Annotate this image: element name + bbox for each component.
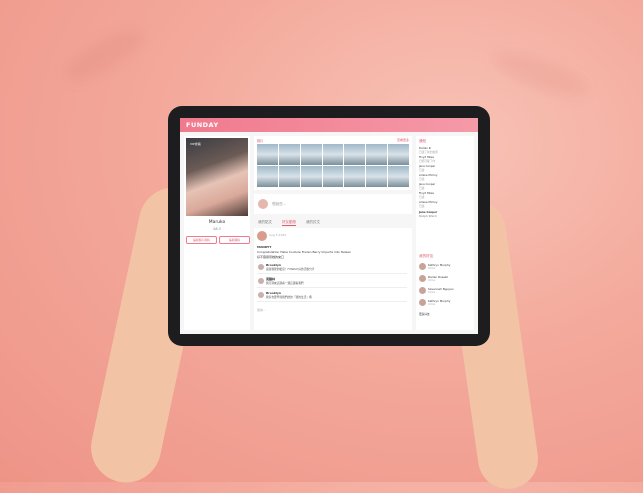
gallery-thumbnail[interactable] — [388, 166, 409, 187]
friend-status: Online — [428, 279, 436, 282]
friend-item[interactable]: Kathryn Murphy Online — [419, 298, 471, 308]
notification-item[interactable]: Floyd Miles 已經回覆了你 — [419, 155, 435, 163]
notifications-header: 通知 — [419, 139, 427, 143]
comment-text: 我打算來這邊看一邊這邊看我們 — [266, 281, 304, 285]
notification-item[interactable]: Jane Cooper 已讀 — [419, 164, 435, 172]
notification-sub: Ralph Ward — [419, 214, 437, 218]
gallery-thumbnail[interactable] — [344, 166, 366, 187]
feed-post: Aug 5,2022 MANDYT Congratulation Haka Co… — [254, 228, 412, 330]
avatar — [419, 263, 426, 270]
gallery-thumbnail[interactable] — [388, 144, 409, 165]
gallery-thumbnail[interactable] — [322, 144, 344, 165]
feed-tabs: 我的貼文 好友動態 我的討文 — [254, 218, 416, 227]
comment-text: 感謝我覺的暖意！FUNDAY好的活動分享 — [266, 267, 315, 271]
notification-item[interactable]: Darian R. 已讀了我的動態 — [419, 146, 438, 154]
friend-status: Online — [428, 267, 436, 270]
comment-item: Brooklyn 感謝我覺的暖意！FUNDAY好的活動分享 — [257, 262, 407, 274]
avatar — [419, 287, 426, 294]
gallery-more-link[interactable]: 查看更多 — [397, 138, 409, 142]
tab-my-posts[interactable]: 我的貼文 — [258, 220, 272, 225]
main-column: 相片 查看更多 想說些... 我的貼文 好友動態 我的討文 Aug 5,2022… — [254, 136, 412, 330]
profile-name: Maruko — [208, 220, 226, 225]
gallery-thumbnail[interactable] — [344, 144, 366, 165]
comment-text: 我家也要學到我們的的「我的生活」哦 — [266, 295, 312, 299]
post-text: Congratulation Haka Couture Frozen Berry… — [257, 250, 351, 254]
notification-sub: 已讀 — [419, 168, 425, 172]
post-author[interactable]: MANDYT — [257, 245, 271, 249]
notification-sub: 已讀 — [419, 177, 425, 181]
app-screen: FUNDAY VIP會員 Maruko A8.3 編輯個人資料 編輯資料 相片 … — [180, 118, 478, 334]
more-friends-link[interactable]: 更多好友 — [419, 312, 430, 316]
right-sidebar: 通知 Darian R. 已讀了我的動態 Floyd Miles 已經回覆了你 Ja… — [416, 136, 474, 330]
tablet-device: FUNDAY VIP會員 Maruko A8.3 編輯個人資料 編輯資料 相片 … — [168, 106, 490, 346]
avatar — [258, 264, 264, 270]
notification-sub: 已讀 — [419, 186, 425, 190]
leaf-shadow — [58, 19, 152, 91]
tab-friends-feed[interactable]: 好友動態 — [282, 220, 296, 226]
gallery-thumbnail[interactable] — [278, 166, 300, 187]
gallery-thumbnail[interactable] — [257, 166, 278, 187]
gallery-thumbnail[interactable] — [300, 144, 322, 165]
app-logo[interactable]: FUNDAY — [186, 121, 219, 129]
gallery-thumbnail[interactable] — [300, 166, 322, 187]
friend-item[interactable]: Savannah Nguyen Online — [419, 286, 471, 296]
friend-status: Online — [428, 303, 436, 306]
tab-my-discussions[interactable]: 我的討文 — [306, 220, 320, 225]
notification-item[interactable]: Arlene McCoy 已讀 — [419, 173, 437, 181]
notification-item[interactable]: Jane Cooper Ralph Ward — [419, 210, 437, 218]
friends-header: 我的好友 — [419, 254, 434, 258]
friend-item[interactable]: Kathryn Murphy Online — [419, 262, 471, 272]
gallery-title: 相片 — [257, 139, 264, 143]
gallery-thumbnail[interactable] — [257, 144, 278, 165]
top-bar: FUNDAY — [180, 118, 478, 132]
vip-badge: VIP會員 — [190, 142, 201, 146]
friend-status: Online — [428, 291, 436, 294]
comment-item: Brooklyn 我家也要學到我們的的「我的生活」哦 — [257, 290, 407, 302]
gallery-thumbnail[interactable] — [366, 144, 388, 165]
notification-sub: 已讀 — [419, 204, 425, 208]
friend-item[interactable]: Darlen Russell Online — [419, 274, 471, 284]
avatar — [258, 292, 264, 298]
gallery-thumbnail[interactable] — [322, 166, 344, 187]
avatar — [257, 231, 267, 241]
notification-sub: 已讀了我的動態 — [419, 150, 438, 154]
edit-profile-button[interactable]: 編輯個人資料 — [186, 236, 217, 244]
edit-data-button[interactable]: 編輯資料 — [219, 236, 250, 244]
avatar — [258, 278, 264, 284]
photo-gallery: 相片 查看更多 — [254, 136, 412, 190]
comment-item: 萬顏林 我打算來這邊看一邊這邊看我們 — [257, 276, 407, 288]
composer-input[interactable]: 想說些... — [272, 202, 286, 207]
profile-photo[interactable]: VIP會員 — [186, 138, 248, 216]
post-composer: 想說些... — [254, 194, 412, 214]
avatar — [258, 199, 268, 209]
notification-sub: 已讀 — [419, 195, 425, 199]
notification-item[interactable]: Jane Cooper 已讀 — [419, 182, 435, 190]
post-text: 好不容易帶她的來口 — [257, 255, 285, 259]
notification-item[interactable]: Floyd Miles 已讀 — [419, 191, 434, 199]
post-date: Aug 5,2022 — [269, 233, 287, 237]
notification-sub: 已經回覆了你 — [419, 159, 436, 163]
gallery-grid — [257, 144, 409, 187]
avatar — [419, 275, 426, 282]
profile-card: VIP會員 Maruko A8.3 編輯個人資料 編輯資料 — [184, 136, 250, 330]
gallery-thumbnail[interactable] — [366, 166, 388, 187]
profile-id: A8.3 — [213, 227, 221, 231]
reply-input[interactable]: 留言... — [257, 308, 266, 312]
leaf-shadow — [488, 43, 592, 105]
gallery-thumbnail[interactable] — [278, 144, 300, 165]
avatar — [419, 299, 426, 306]
notification-item[interactable]: Arlene McCoy 已讀 — [419, 200, 437, 208]
